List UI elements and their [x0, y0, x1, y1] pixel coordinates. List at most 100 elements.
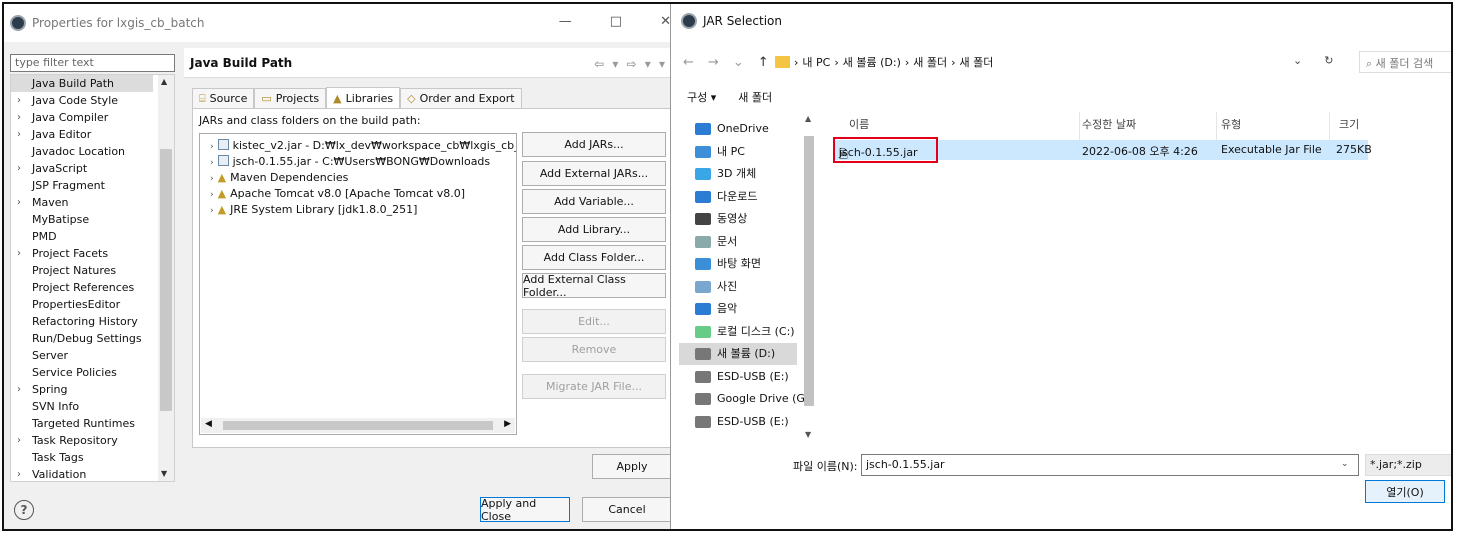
nav-item[interactable]: 동영상 — [695, 208, 747, 230]
expand-icon[interactable]: › — [210, 142, 214, 152]
nav-item[interactable]: 새 볼륨 (D:) — [679, 343, 797, 365]
nav-item[interactable]: ESD-USB (E:) — [695, 411, 789, 433]
breadcrumb-item[interactable]: 새 폴더 — [960, 54, 994, 70]
maximize-button[interactable]: □ — [610, 14, 622, 29]
edit-button[interactable]: Edit... — [522, 309, 666, 334]
tree-item[interactable]: PropertiesEditor — [11, 296, 153, 313]
tree-item[interactable]: Project Natures — [11, 262, 153, 279]
tree-item[interactable]: PMD — [11, 228, 153, 245]
jar-entry[interactable]: › jsch-0.1.55.jar - C:₩Users₩BONG₩Downloa… — [200, 154, 490, 170]
jar-entry[interactable]: › ▲ Apache Tomcat v8.0 [Apache Tomcat v8.0… — [200, 186, 465, 202]
tree-item[interactable]: Server — [11, 347, 153, 364]
refresh-icon[interactable]: ↻ — [1324, 54, 1333, 67]
column-size[interactable]: 크기 — [1339, 116, 1359, 132]
tree-item[interactable]: Task Tags — [11, 449, 153, 466]
scroll-up-icon[interactable]: ▲ — [805, 114, 811, 123]
add-external-jars-button[interactable]: Add External JARs... — [522, 161, 666, 186]
expand-icon[interactable]: › — [17, 194, 21, 211]
tab-projects[interactable]: ▭ Projects — [254, 88, 327, 108]
breadcrumb-item[interactable]: 내 PC — [802, 54, 830, 70]
scroll-down-icon[interactable]: ▼ — [161, 469, 167, 478]
tree-item[interactable]: Refactoring History — [11, 313, 153, 330]
add-variable-button[interactable]: Add Variable... — [522, 189, 666, 214]
tab-libraries[interactable]: ▲ Libraries — [326, 87, 401, 108]
tree-item[interactable]: › Project Facets — [11, 245, 153, 262]
breadcrumb-item[interactable]: 새 폴더 — [913, 54, 947, 70]
remove-button[interactable]: Remove — [522, 337, 666, 362]
jar-list-hscrollbar[interactable]: ◀ ▶ — [201, 418, 515, 433]
tree-item[interactable]: Java Build Path — [11, 75, 153, 92]
up-folder-icon[interactable]: ↑ — [758, 55, 769, 70]
add-external-class-folder-button[interactable]: Add External Class Folder... — [522, 273, 666, 299]
expand-icon[interactable]: › — [17, 466, 21, 481]
tree-item[interactable]: Project References — [11, 279, 153, 296]
tree-item[interactable]: › JavaScript — [11, 160, 153, 177]
apply-and-close-button[interactable]: Apply and Close — [480, 497, 570, 523]
organize-button[interactable]: 구성 ▾ — [687, 89, 716, 105]
column-type[interactable]: 유형 — [1221, 116, 1241, 132]
expand-icon[interactable]: › — [210, 206, 214, 216]
address-dropdown-icon[interactable]: ⌄ — [1293, 54, 1302, 67]
tree-item[interactable]: › Java Compiler — [11, 109, 153, 126]
nav-item[interactable]: Google Drive (G — [695, 388, 805, 410]
nav-item[interactable]: 내 PC — [695, 141, 745, 163]
expand-icon[interactable]: › — [17, 92, 21, 109]
tree-item[interactable]: JSP Fragment — [11, 177, 153, 194]
expand-icon[interactable]: › — [17, 109, 21, 126]
recent-locations-icon[interactable]: ⌄ — [733, 55, 744, 70]
nav-item[interactable]: 사진 — [695, 276, 737, 298]
jar-entry[interactable]: › kistec_v2.jar - D:₩lx_dev₩workspace_cb₩… — [200, 138, 516, 154]
nav-item[interactable]: 3D 개체 — [695, 163, 756, 185]
tree-item[interactable]: Targeted Runtimes — [11, 415, 153, 432]
tree-scroll-thumb[interactable] — [160, 149, 172, 411]
add-jars-button[interactable]: Add JARs... — [522, 132, 666, 157]
tree-item[interactable]: › Spring — [11, 381, 153, 398]
tree-item[interactable]: Run/Debug Settings — [11, 330, 153, 347]
expand-icon[interactable]: › — [210, 158, 214, 168]
minimize-button[interactable]: — — [559, 14, 572, 29]
nav-item[interactable]: ESD-USB (E:) — [695, 366, 789, 388]
column-name[interactable]: 이름 — [849, 116, 869, 132]
add-class-folder-button[interactable]: Add Class Folder... — [522, 245, 666, 270]
expand-icon[interactable]: › — [17, 245, 21, 262]
nav-scrollbar[interactable]: ▲ ▼ — [801, 112, 815, 444]
expand-icon[interactable]: › — [210, 174, 214, 184]
nav-item[interactable]: OneDrive — [695, 118, 769, 140]
help-icon[interactable]: ? — [14, 500, 34, 520]
expand-icon[interactable]: › — [210, 190, 214, 200]
tree-item[interactable]: › Task Repository — [11, 432, 153, 449]
jar-entry[interactable]: › ▲ Maven Dependencies — [200, 170, 348, 186]
scroll-down-icon[interactable]: ▼ — [805, 430, 811, 439]
scroll-left-icon[interactable]: ◀ — [205, 419, 212, 429]
breadcrumb[interactable]: › 내 PC › 새 볼륨 (D:) › 새 폴더 › 새 폴더 — [775, 51, 1330, 73]
tab-source[interactable]: ⌸ Source — [192, 88, 255, 108]
jar-list-scroll-thumb[interactable] — [223, 421, 493, 430]
tree-item[interactable]: › Validation — [11, 466, 153, 481]
nav-item[interactable]: 로컬 디스크 (C:) — [695, 321, 795, 343]
apply-button[interactable]: Apply — [592, 454, 672, 479]
new-folder-button[interactable]: 새 폴더 — [738, 89, 772, 105]
expand-icon[interactable]: › — [17, 160, 21, 177]
jar-entry[interactable]: › ▲ JRE System Library [jdk1.8.0_251] — [200, 202, 417, 218]
column-modified[interactable]: 수정한 날짜 — [1082, 116, 1136, 132]
expand-icon[interactable]: › — [17, 432, 21, 449]
breadcrumb-item[interactable]: 새 볼륨 (D:) — [843, 54, 901, 70]
open-button[interactable]: 열기(O) — [1365, 480, 1445, 503]
tree-item[interactable]: Javadoc Location — [11, 143, 153, 160]
properties-title-bar[interactable]: Properties for lxgis_cb_batch — □ ✕ — [4, 4, 679, 42]
scroll-up-icon[interactable]: ▲ — [161, 77, 167, 86]
expand-icon[interactable]: › — [17, 126, 21, 143]
add-library-button[interactable]: Add Library... — [522, 217, 666, 242]
tree-item[interactable]: › Maven — [11, 194, 153, 211]
tree-item[interactable]: › Java Code Style — [11, 92, 153, 109]
filetype-select[interactable]: *.jar;*.zip — [1365, 454, 1451, 476]
cancel-button[interactable]: Cancel — [582, 497, 672, 522]
nav-item[interactable]: 바탕 화면 — [695, 253, 761, 275]
expand-icon[interactable]: › — [17, 381, 21, 398]
nav-item[interactable]: 문서 — [695, 231, 737, 253]
tree-item[interactable]: MyBatipse — [11, 211, 153, 228]
back-icon[interactable]: ← — [683, 55, 694, 70]
tab-order-export[interactable]: ◇ Order and Export — [400, 88, 522, 108]
search-input[interactable]: ⌕ 새 폴더 검색 — [1359, 51, 1451, 73]
nav-item[interactable]: 다운로드 — [695, 186, 757, 208]
